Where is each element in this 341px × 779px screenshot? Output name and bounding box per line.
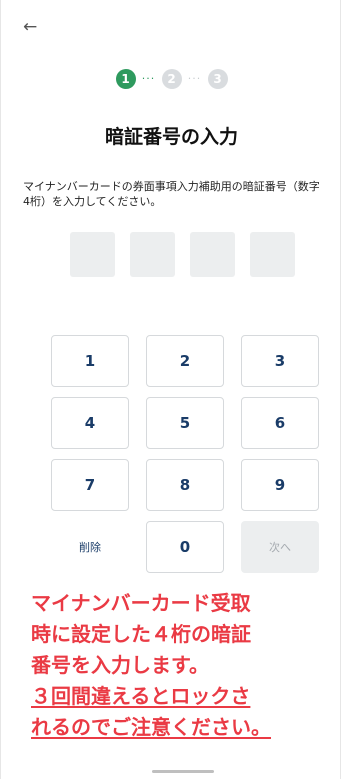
key-1[interactable]: 1	[51, 335, 129, 387]
callout-line-underlined: ３回間違えるとロックさ	[31, 684, 251, 708]
key-5[interactable]: 5	[146, 397, 224, 449]
key-2[interactable]: 2	[146, 335, 224, 387]
step-2: 2	[161, 69, 182, 89]
pin-input-boxes	[70, 232, 295, 277]
home-indicator	[152, 770, 214, 773]
callout-line: 時に設定した４桁の暗証	[31, 622, 251, 646]
key-7[interactable]: 7	[51, 459, 129, 511]
step-3: 3	[207, 69, 228, 89]
warning-callout: マイナンバーカード受取 時に設定した４桁の暗証 番号を入力します。 ３回間違える…	[31, 588, 341, 743]
step-connector: ···	[141, 72, 156, 85]
pin-digit-box	[190, 232, 235, 277]
key-3[interactable]: 3	[241, 335, 319, 387]
progress-stepper: 1 ··· 2 ··· 3	[1, 69, 341, 89]
key-9[interactable]: 9	[241, 459, 319, 511]
callout-line: 番号を入力します。	[31, 653, 209, 677]
callout-line: マイナンバーカード受取	[31, 591, 251, 615]
step-1: 1	[115, 69, 136, 89]
step-connector: ···	[187, 72, 202, 85]
pin-digit-box	[70, 232, 115, 277]
next-button[interactable]: 次へ	[241, 521, 319, 573]
instruction-text: マイナンバーカードの券面事項入力補助用の暗証番号（数字4桁）を入力してください。	[23, 180, 320, 208]
key-8[interactable]: 8	[146, 459, 224, 511]
numeric-keypad: 1 2 3 4 5 6 7 8 9 削除 0 次へ	[51, 335, 319, 573]
pin-digit-box	[250, 232, 295, 277]
callout-line-underlined: れるのでご注意ください。	[31, 715, 271, 739]
page-title: 暗証番号の入力	[104, 126, 238, 148]
key-4[interactable]: 4	[51, 397, 129, 449]
key-0[interactable]: 0	[146, 521, 224, 573]
phone-screen: ← 1 ··· 2 ··· 3 暗証番号の入力 マイナンバーカードの券面事項入力…	[0, 0, 341, 779]
pin-digit-box	[130, 232, 175, 277]
key-6[interactable]: 6	[241, 397, 319, 449]
back-arrow-icon[interactable]: ←	[23, 17, 37, 37]
delete-button[interactable]: 削除	[51, 521, 129, 573]
